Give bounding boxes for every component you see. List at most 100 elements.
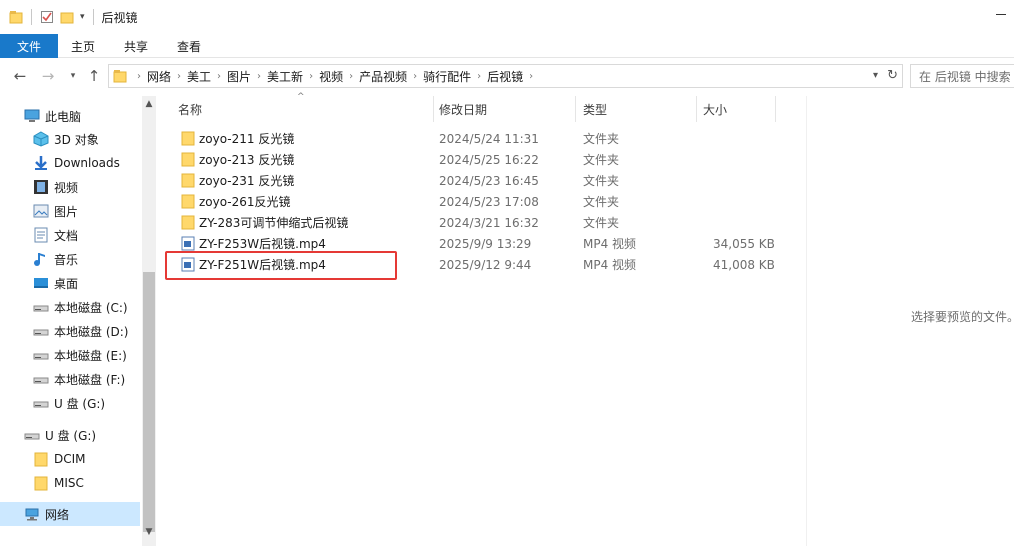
recent-locations-chevron-icon[interactable]: ▾	[63, 66, 83, 86]
forward-arrow-icon[interactable]: →	[38, 66, 58, 86]
breadcrumb-item[interactable]: 美工新	[261, 68, 309, 85]
sidebar-item-drive-d[interactable]: 本地磁盘 (D:)	[0, 319, 140, 343]
sidebar-item-drive-e[interactable]: 本地磁盘 (E:)	[0, 343, 140, 367]
new-folder-icon[interactable]	[60, 10, 74, 24]
sidebar-item-label: 图片	[54, 204, 79, 219]
scroll-up-icon[interactable]: ▲	[142, 96, 156, 112]
sort-ascending-icon: ^	[297, 92, 305, 102]
file-date: 2024/5/23 16:45	[439, 173, 539, 188]
sidebar-item-3d-objects[interactable]: 3D 对象	[0, 127, 140, 151]
preview-pane: 选择要预览的文件。	[806, 96, 1014, 546]
chevron-right-icon[interactable]: ›	[529, 71, 533, 82]
file-type: MP4 视频	[583, 237, 637, 251]
sidebar-item-label: 本地磁盘 (D:)	[54, 324, 129, 339]
navigation-row: ← → ▾ ↑ › 网络 › 美工 › 图片 › 美工新 › 视频 › 产品视频…	[0, 62, 1014, 90]
folder-icon[interactable]	[9, 10, 23, 24]
3d-objects-icon	[33, 131, 49, 147]
file-type: MP4 视频	[583, 258, 637, 272]
sidebar-item-label: 本地磁盘 (F:)	[54, 372, 126, 387]
file-type: 文件夹	[583, 195, 620, 209]
folder-icon	[181, 131, 195, 146]
breadcrumb-item[interactable]: 视频	[313, 68, 349, 85]
file-date: 2024/5/25 16:22	[439, 152, 539, 167]
sidebar-item-usb-g-root[interactable]: U 盘 (G:)	[0, 423, 140, 447]
sidebar-item-label: 网络	[45, 507, 70, 522]
pc-icon	[24, 108, 40, 124]
column-header-date[interactable]: 修改日期	[439, 96, 487, 122]
sidebar-item-this-pc[interactable]: 此电脑	[0, 104, 140, 128]
sidebar-item-pictures[interactable]: 图片	[0, 199, 140, 223]
music-icon	[33, 251, 49, 267]
video-icon	[33, 179, 49, 195]
drive-icon	[33, 299, 49, 315]
sidebar-item-label: U 盘 (G:)	[45, 428, 97, 443]
column-header-type[interactable]: 类型	[583, 96, 607, 122]
sidebar-item-label: 本地磁盘 (C:)	[54, 300, 128, 315]
file-name: zoyo-261反光镜	[199, 195, 291, 209]
table-row[interactable]: ZY-283可调节伸缩式后视镜 2024/3/21 16:32 文件夹	[173, 212, 793, 233]
up-arrow-icon[interactable]: ↑	[84, 66, 104, 86]
network-icon	[24, 506, 40, 522]
sidebar-item-label: U 盘 (G:)	[54, 396, 106, 411]
sidebar-item-label: 此电脑	[45, 109, 82, 124]
breadcrumb-item[interactable]: 骑行配件	[417, 68, 477, 85]
properties-icon[interactable]	[40, 10, 54, 24]
window-title: 后视镜	[101, 10, 138, 25]
sidebar-item-drive-c[interactable]: 本地磁盘 (C:)	[0, 295, 140, 319]
breadcrumb-item[interactable]: 产品视频	[353, 68, 413, 85]
sidebar-item-drive-f[interactable]: 本地磁盘 (F:)	[0, 367, 140, 391]
breadcrumb-item[interactable]: 美工	[181, 68, 217, 85]
file-type: 文件夹	[583, 153, 620, 167]
tab-home[interactable]: 主页	[71, 34, 95, 58]
sidebar-item-downloads[interactable]: Downloads	[0, 151, 140, 175]
sidebar-item-label: 文档	[54, 228, 79, 243]
back-arrow-icon[interactable]: ←	[10, 66, 30, 86]
sidebar-item-usb-g[interactable]: U 盘 (G:)	[0, 391, 140, 415]
quick-access-toolbar: ▾	[9, 9, 96, 25]
folder-icon	[113, 69, 127, 83]
table-row[interactable]: zoyo-211 反光镜 2024/5/24 11:31 文件夹	[173, 128, 793, 149]
sidebar-item-videos[interactable]: 视频	[0, 175, 140, 199]
table-row[interactable]: zoyo-261反光镜 2024/5/23 17:08 文件夹	[173, 191, 793, 212]
nav-pane-scrollbar[interactable]: ▲ ▼	[142, 96, 156, 546]
folder-icon	[181, 173, 195, 188]
scrollbar-thumb[interactable]	[143, 272, 155, 532]
sidebar-item-dcim[interactable]: DCIM	[0, 447, 140, 471]
sidebar-item-desktop[interactable]: 桌面	[0, 271, 140, 295]
folder-icon	[181, 152, 195, 167]
tab-view[interactable]: 查看	[177, 34, 201, 58]
folder-icon	[181, 194, 195, 209]
file-date: 2024/5/23 17:08	[439, 194, 539, 209]
tab-share[interactable]: 共享	[124, 34, 148, 58]
address-bar[interactable]: › 网络 › 美工 › 图片 › 美工新 › 视频 › 产品视频 › 骑行配件 …	[108, 64, 903, 88]
drive-icon	[33, 371, 49, 387]
breadcrumb-item[interactable]: 后视镜	[481, 68, 529, 85]
breadcrumb: › 网络 › 美工 › 图片 › 美工新 › 视频 › 产品视频 › 骑行配件 …	[131, 68, 533, 85]
sidebar-item-music[interactable]: 音乐	[0, 247, 140, 271]
table-row[interactable]: zoyo-213 反光镜 2024/5/25 16:22 文件夹	[173, 149, 793, 170]
sidebar-item-label: 音乐	[54, 252, 79, 267]
tab-file[interactable]: 文件	[0, 34, 58, 58]
drive-icon	[33, 323, 49, 339]
usb-drive-icon	[24, 427, 40, 443]
refresh-icon[interactable]: ↻	[887, 68, 898, 83]
column-header-name[interactable]: 名称	[178, 96, 202, 122]
pictures-icon	[33, 203, 49, 219]
breadcrumb-item[interactable]: 图片	[221, 68, 257, 85]
scroll-down-icon[interactable]: ▼	[142, 524, 156, 540]
table-row[interactable]: zoyo-231 反光镜 2024/5/23 16:45 文件夹	[173, 170, 793, 191]
sidebar-item-network[interactable]: 网络	[0, 502, 140, 526]
sidebar-item-misc[interactable]: MISC	[0, 471, 140, 495]
breadcrumb-item[interactable]: 网络	[141, 68, 177, 85]
search-placeholder: 在 后视镜 中搜索	[919, 69, 1011, 84]
column-header-size[interactable]: 大小	[703, 96, 727, 122]
folder-icon	[181, 215, 195, 230]
minimize-button[interactable]	[996, 14, 1006, 15]
documents-icon	[33, 227, 49, 243]
chevron-down-icon[interactable]: ▾	[80, 12, 85, 22]
sidebar-item-label: 3D 对象	[54, 132, 99, 147]
file-list: 名称 ^ 修改日期 类型 大小 zoyo-211 反光镜 2024/5/24 1…	[163, 92, 805, 546]
search-input[interactable]: 在 后视镜 中搜索	[910, 64, 1014, 88]
sidebar-item-documents[interactable]: 文档	[0, 223, 140, 247]
chevron-down-icon[interactable]: ▾	[873, 70, 878, 81]
